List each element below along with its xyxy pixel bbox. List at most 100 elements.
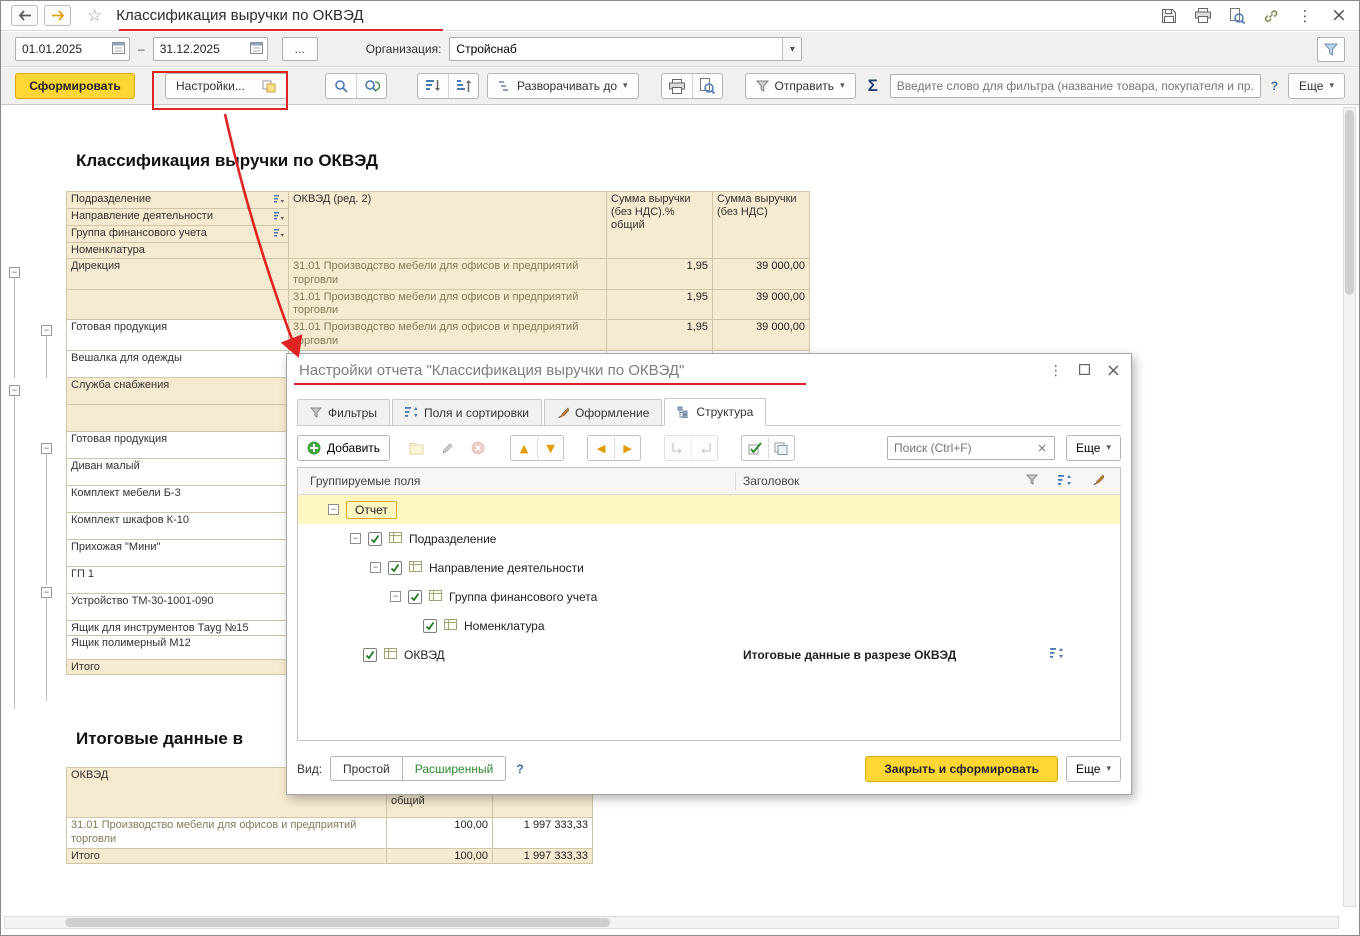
period-options-button[interactable]: ...	[281, 37, 318, 61]
date-to-input[interactable]	[157, 41, 238, 57]
calendar-icon[interactable]	[249, 41, 263, 57]
organization-input[interactable]	[450, 42, 783, 56]
more-menu-icon[interactable]: ⋮	[1295, 6, 1315, 26]
group-collapse-toggle[interactable]: −	[9, 267, 20, 278]
group-collapse-toggle[interactable]: −	[41, 325, 52, 336]
dialog-help-link[interactable]: ?	[516, 762, 523, 776]
horizontal-scrollbar-thumb[interactable]	[65, 918, 610, 927]
move-down-icon[interactable]: ▼	[537, 436, 563, 460]
row-header-podrazdelenie[interactable]: Подразделение	[66, 191, 289, 209]
close-icon[interactable]: ×	[1329, 6, 1349, 26]
organization-combo[interactable]: ▾	[449, 37, 803, 61]
tab-filters[interactable]: Фильтры	[297, 399, 390, 425]
date-from-input[interactable]	[20, 41, 100, 57]
forward-button[interactable]	[44, 5, 71, 26]
move-out-of-group-icon[interactable]	[691, 436, 717, 460]
send-button[interactable]: Отправить ▾	[744, 73, 856, 99]
row-header-gruppa[interactable]: Группа финансового учета	[66, 225, 289, 243]
tree-row-nomenklatura[interactable]: Номенклатура	[298, 611, 1120, 640]
chevron-down-icon[interactable]: ▾	[782, 38, 802, 60]
print-icon[interactable]	[1193, 6, 1213, 26]
favorite-star-icon[interactable]: ☆	[87, 6, 102, 26]
move-into-group-icon[interactable]	[665, 436, 691, 460]
group-collapse-toggle[interactable]: −	[41, 587, 52, 598]
collapse-toggle[interactable]: −	[328, 504, 339, 515]
collapse-toggle[interactable]: −	[370, 562, 381, 573]
tree-row-napravlenie[interactable]: − Направление деятельности	[298, 553, 1120, 582]
table-row-total[interactable]: Итого 100,00 1 997 333,33	[66, 847, 593, 864]
view-advanced-button[interactable]: Расширенный	[402, 756, 507, 781]
col-header-okved[interactable]: ОКВЭД (ред. 2)	[288, 191, 607, 259]
table-row[interactable]: 31.01 Производство мебели для офисов и п…	[66, 817, 593, 849]
more-button[interactable]: Еще ▾	[1288, 73, 1345, 99]
quick-filter-field[interactable]	[889, 74, 1261, 98]
settings-button[interactable]: Настройки...	[165, 73, 287, 99]
tree-row-report[interactable]: − Отчет	[298, 495, 1120, 524]
tree-row-podrazdelenie[interactable]: − Подразделение	[298, 524, 1120, 553]
help-link[interactable]: ?	[1271, 79, 1278, 93]
view-simple-button[interactable]: Простой	[330, 756, 403, 781]
expand-to-button[interactable]: Разворачивать до ▾	[487, 73, 639, 99]
vertical-scrollbar-thumb[interactable]	[1345, 110, 1354, 295]
col-grouping-fields[interactable]: Группируемые поля	[298, 474, 420, 488]
back-button[interactable]	[11, 5, 38, 26]
dialog-footer-more-button[interactable]: Еще ▾	[1066, 755, 1121, 782]
move-left-icon[interactable]: ◀	[588, 436, 614, 460]
sort-ascending-icon[interactable]	[448, 74, 478, 98]
table-row[interactable]: Дирекция 31.01 Производство мебели для оф…	[66, 258, 810, 290]
row-header-nomenklatura[interactable]: Номенклатура	[66, 242, 289, 259]
checkbox[interactable]	[363, 647, 377, 662]
filter-settings-button[interactable]	[1317, 36, 1345, 62]
close-and-generate-button[interactable]: Закрыть и сформировать	[865, 755, 1059, 782]
checkbox[interactable]	[388, 560, 402, 575]
clear-search-icon[interactable]: ×	[1034, 441, 1050, 455]
search-reset-icon[interactable]	[356, 74, 386, 98]
table-row[interactable]: Готовая продукция 31.01 Производство мебе…	[66, 319, 810, 351]
row-header-napravlenie[interactable]: Направление деятельности	[66, 208, 289, 226]
maximize-icon[interactable]	[1078, 363, 1091, 378]
grid-filter-icon[interactable]	[1025, 474, 1039, 488]
checkbox[interactable]	[423, 618, 437, 633]
mini-sort-icon[interactable]	[274, 228, 284, 241]
dialog-more-button[interactable]: Еще ▾	[1066, 435, 1121, 461]
add-button[interactable]: Добавить	[297, 435, 391, 461]
save-icon[interactable]	[1159, 6, 1179, 26]
print-preview-icon[interactable]	[691, 74, 722, 98]
generate-button[interactable]: Сформировать	[15, 73, 135, 99]
group-collapse-toggle[interactable]: −	[9, 385, 20, 396]
dialog-more-icon[interactable]: ⋮	[1049, 363, 1063, 379]
col-header-title[interactable]: Заголовок	[743, 474, 799, 488]
dialog-close-icon[interactable]: ×	[1106, 362, 1121, 380]
move-right-icon[interactable]: ▶	[614, 436, 640, 460]
col-header-pct[interactable]: Сумма выручки (без НДС).% общий	[606, 191, 713, 259]
tab-fields-sorting[interactable]: Поля и сортировки	[391, 399, 542, 425]
horizontal-scrollbar[interactable]	[4, 916, 1339, 929]
calendar-icon[interactable]	[112, 41, 125, 57]
tree-row-okved[interactable]: ОКВЭД Итоговые данные в разрезе ОКВЭД	[298, 640, 1120, 669]
date-from-field[interactable]	[15, 37, 130, 61]
sort-descending-icon[interactable]	[418, 74, 448, 98]
preview-icon[interactable]	[1227, 6, 1247, 26]
tab-structure[interactable]: Структура	[664, 398, 767, 426]
table-row[interactable]: 31.01 Производство мебели для офисов и п…	[66, 288, 810, 320]
dialog-search-input[interactable]	[892, 440, 1021, 456]
search-icon[interactable]	[326, 74, 356, 98]
checkbox[interactable]	[368, 531, 382, 546]
okved-sort-icon[interactable]	[1050, 647, 1065, 663]
sum-icon[interactable]: Σ	[868, 76, 878, 96]
vertical-scrollbar[interactable]	[1343, 107, 1356, 907]
col-header-sum[interactable]: Сумма выручки (без НДС)	[712, 191, 810, 259]
checkbox[interactable]	[408, 589, 422, 604]
dialog-search-field[interactable]: ×	[887, 436, 1056, 460]
uncheck-all-icon[interactable]	[768, 436, 794, 460]
group-collapse-toggle[interactable]: −	[41, 443, 52, 454]
date-to-field[interactable]	[152, 37, 268, 61]
edit-button[interactable]	[434, 436, 460, 460]
quick-filter-input[interactable]	[894, 78, 1256, 94]
group-button[interactable]	[403, 436, 429, 460]
move-up-icon[interactable]: ▲	[511, 436, 537, 460]
mini-sort-icon[interactable]	[274, 211, 284, 224]
delete-button[interactable]	[465, 436, 491, 460]
tab-appearance[interactable]: Оформление	[543, 399, 663, 425]
check-all-icon[interactable]	[742, 436, 768, 460]
